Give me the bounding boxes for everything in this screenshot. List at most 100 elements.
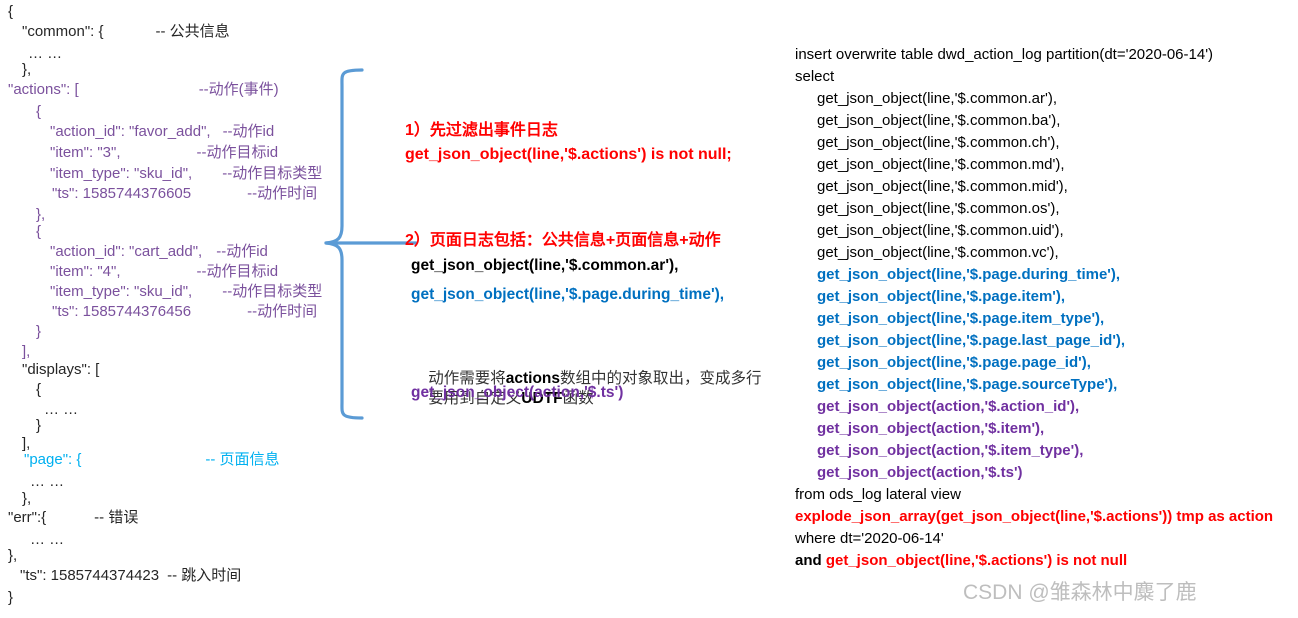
sql-line: select — [795, 68, 835, 85]
note3-code-udtf: get_json_object(action,'$.ts') — [411, 384, 624, 401]
json-line-code: "actions": [ — [8, 81, 79, 98]
sql-line: get_json_object(line,'$.common.os'), — [817, 200, 1060, 217]
json-line-code: }, — [22, 61, 32, 78]
json-line-code: }, — [36, 206, 46, 223]
json-line-code: "displays": [ — [22, 361, 100, 378]
json-line-code: } — [8, 589, 14, 606]
json-line-code: "action_id": "favor_add", — [50, 123, 211, 140]
json-line-code: "item_type": "sku_id", — [50, 165, 193, 182]
json-line: ], — [22, 436, 30, 452]
json-line-code: … … — [30, 473, 65, 490]
json-line-comment: -- 公共信息 — [155, 23, 230, 40]
note1-title: 1）先过滤出事件日志 — [405, 122, 558, 139]
json-line: … … — [44, 402, 78, 418]
json-line-code: { — [36, 381, 42, 398]
json-line-code: "err":{ — [8, 509, 47, 526]
json-line-comment: --动作时间 — [247, 185, 318, 202]
sql-line: get_json_object(line,'$.common.vc'), — [817, 244, 1059, 261]
sql-line: get_json_object(line,'$.page.item'), — [817, 288, 1066, 305]
sql-line: get_json_object(line,'$.common.uid'), — [817, 222, 1064, 239]
json-line-comment: -- 错误 — [94, 509, 139, 526]
json-line: "action_id": "cart_add", --动作id — [50, 244, 268, 260]
json-line-comment: --动作时间 — [247, 303, 318, 320]
csdn-watermark: CSDN @雏森林中麋了鹿 — [963, 581, 1197, 604]
json-line-comment: --动作id — [222, 123, 275, 140]
note2-code-page: get_json_object(line,'$.page.during_time… — [411, 286, 725, 303]
json-line: } — [8, 590, 13, 606]
json-line: "action_id": "favor_add", --动作id — [50, 124, 274, 140]
json-line: "actions": [ --动作(事件) — [8, 82, 279, 98]
sql-query-panel: insert overwrite table dwd_action_log pa… — [795, 44, 1295, 572]
note1-code: get_json_object(line,'$.actions') is not… — [405, 146, 732, 163]
json-line-code: { — [36, 103, 42, 120]
json-line: "ts": 1585744374423 -- 跳入时间 — [20, 568, 241, 584]
json-line: "item": "4", --动作目标id — [50, 264, 278, 280]
json-line: }, — [22, 62, 31, 78]
note2-code-common: get_json_object(line,'$.common.ar'), — [411, 257, 679, 274]
sql-line: get_json_object(action,'$.ts') — [817, 464, 1023, 481]
json-line: "item": "3", --动作目标id — [50, 145, 278, 161]
json-line-comment: -- 页面信息 — [205, 451, 280, 468]
sql-line: get_json_object(line,'$.page.page_id'), — [817, 354, 1091, 371]
json-line: … … — [30, 474, 64, 490]
json-line-code: { — [8, 3, 14, 20]
json-line-comment: --动作目标类型 — [222, 165, 323, 182]
json-line: }, — [8, 548, 17, 564]
json-line: { — [36, 104, 41, 120]
json-line: ], — [22, 344, 30, 360]
annotations-panel: 1）先过滤出事件日志 get_json_object(line,'$.actio… — [405, 0, 795, 618]
json-line-comment: --动作目标类型 — [222, 283, 323, 300]
json-line-code: "ts": 1585744374423 — [20, 567, 160, 584]
sql-line: get_json_object(action,'$.item_type'), — [817, 442, 1084, 459]
json-line: … … — [30, 532, 64, 548]
json-line: … … — [28, 46, 62, 62]
json-sample-panel: { "common": { -- 公共信息 … …}, "actions": [ --动作… — [0, 0, 340, 618]
sql-line: get_json_object(line,'$.page.sourceType'… — [817, 376, 1118, 393]
sql-line-last: and get_json_object(line,'$.actions') is… — [795, 550, 1295, 572]
sql-line: get_json_object(line,'$.common.ar'), — [817, 90, 1058, 107]
sql-last-prefix: and — [795, 552, 826, 569]
json-line-code: } — [36, 323, 42, 340]
json-line: "ts": 1585744376605 --动作时间 — [52, 186, 317, 202]
sql-line: get_json_object(action,'$.action_id'), — [817, 398, 1080, 415]
sql-line: get_json_object(line,'$.page.item_type')… — [817, 310, 1105, 327]
json-line: } — [36, 324, 41, 340]
json-line: "err":{ -- 错误 — [8, 510, 138, 526]
json-line: "displays": [ — [22, 362, 99, 378]
sql-line: get_json_object(line,'$.page.last_page_i… — [817, 332, 1126, 349]
json-line-code: { — [36, 223, 42, 240]
json-line-code: … … — [30, 531, 65, 548]
sql-line: from ods_log lateral view — [795, 486, 961, 503]
json-line: { — [8, 4, 13, 20]
sql-line: explode_json_array(get_json_object(line,… — [795, 508, 1274, 525]
json-line-comment: --动作目标id — [196, 263, 279, 280]
json-line: } — [36, 418, 41, 434]
json-line-code: ], — [22, 343, 31, 360]
sql-line: get_json_object(action,'$.item'), — [817, 420, 1045, 437]
json-line: { — [36, 382, 41, 398]
sql-line: get_json_object(line,'$.common.ch'), — [817, 134, 1060, 151]
json-line-code: }, — [22, 490, 32, 507]
json-line-comment: --动作目标id — [196, 144, 279, 161]
json-line-code: "ts": 1585744376605 — [52, 185, 192, 202]
json-line-code: "action_id": "cart_add", — [50, 243, 203, 260]
json-line-code: "ts": 1585744376456 — [52, 303, 192, 320]
json-line-comment: -- 跳入时间 — [167, 567, 242, 584]
json-line: }, — [22, 491, 31, 507]
sql-last-predicate: get_json_object(line,'$.actions') is not… — [825, 552, 1128, 569]
json-line: }, — [36, 207, 45, 223]
json-line-code: }, — [8, 547, 18, 564]
json-line: { — [36, 224, 41, 240]
json-line-code: "common": { — [22, 23, 104, 40]
json-line-code: … … — [28, 45, 63, 62]
json-line-code: "item": "3", — [50, 144, 121, 161]
json-line: "page": { -- 页面信息 — [24, 452, 280, 468]
sql-line: get_json_object(line,'$.common.md'), — [817, 156, 1065, 173]
sql-line: get_json_object(line,'$.page.during_time… — [817, 266, 1121, 283]
json-line-code: "item": "4", — [50, 263, 121, 280]
json-line-code: "page": { — [24, 451, 82, 468]
json-line-comment: --动作(事件) — [198, 81, 279, 98]
json-line: "ts": 1585744376456 --动作时间 — [52, 304, 317, 320]
json-line: "item_type": "sku_id", --动作目标类型 — [50, 284, 322, 300]
json-line-code: ], — [22, 435, 31, 452]
